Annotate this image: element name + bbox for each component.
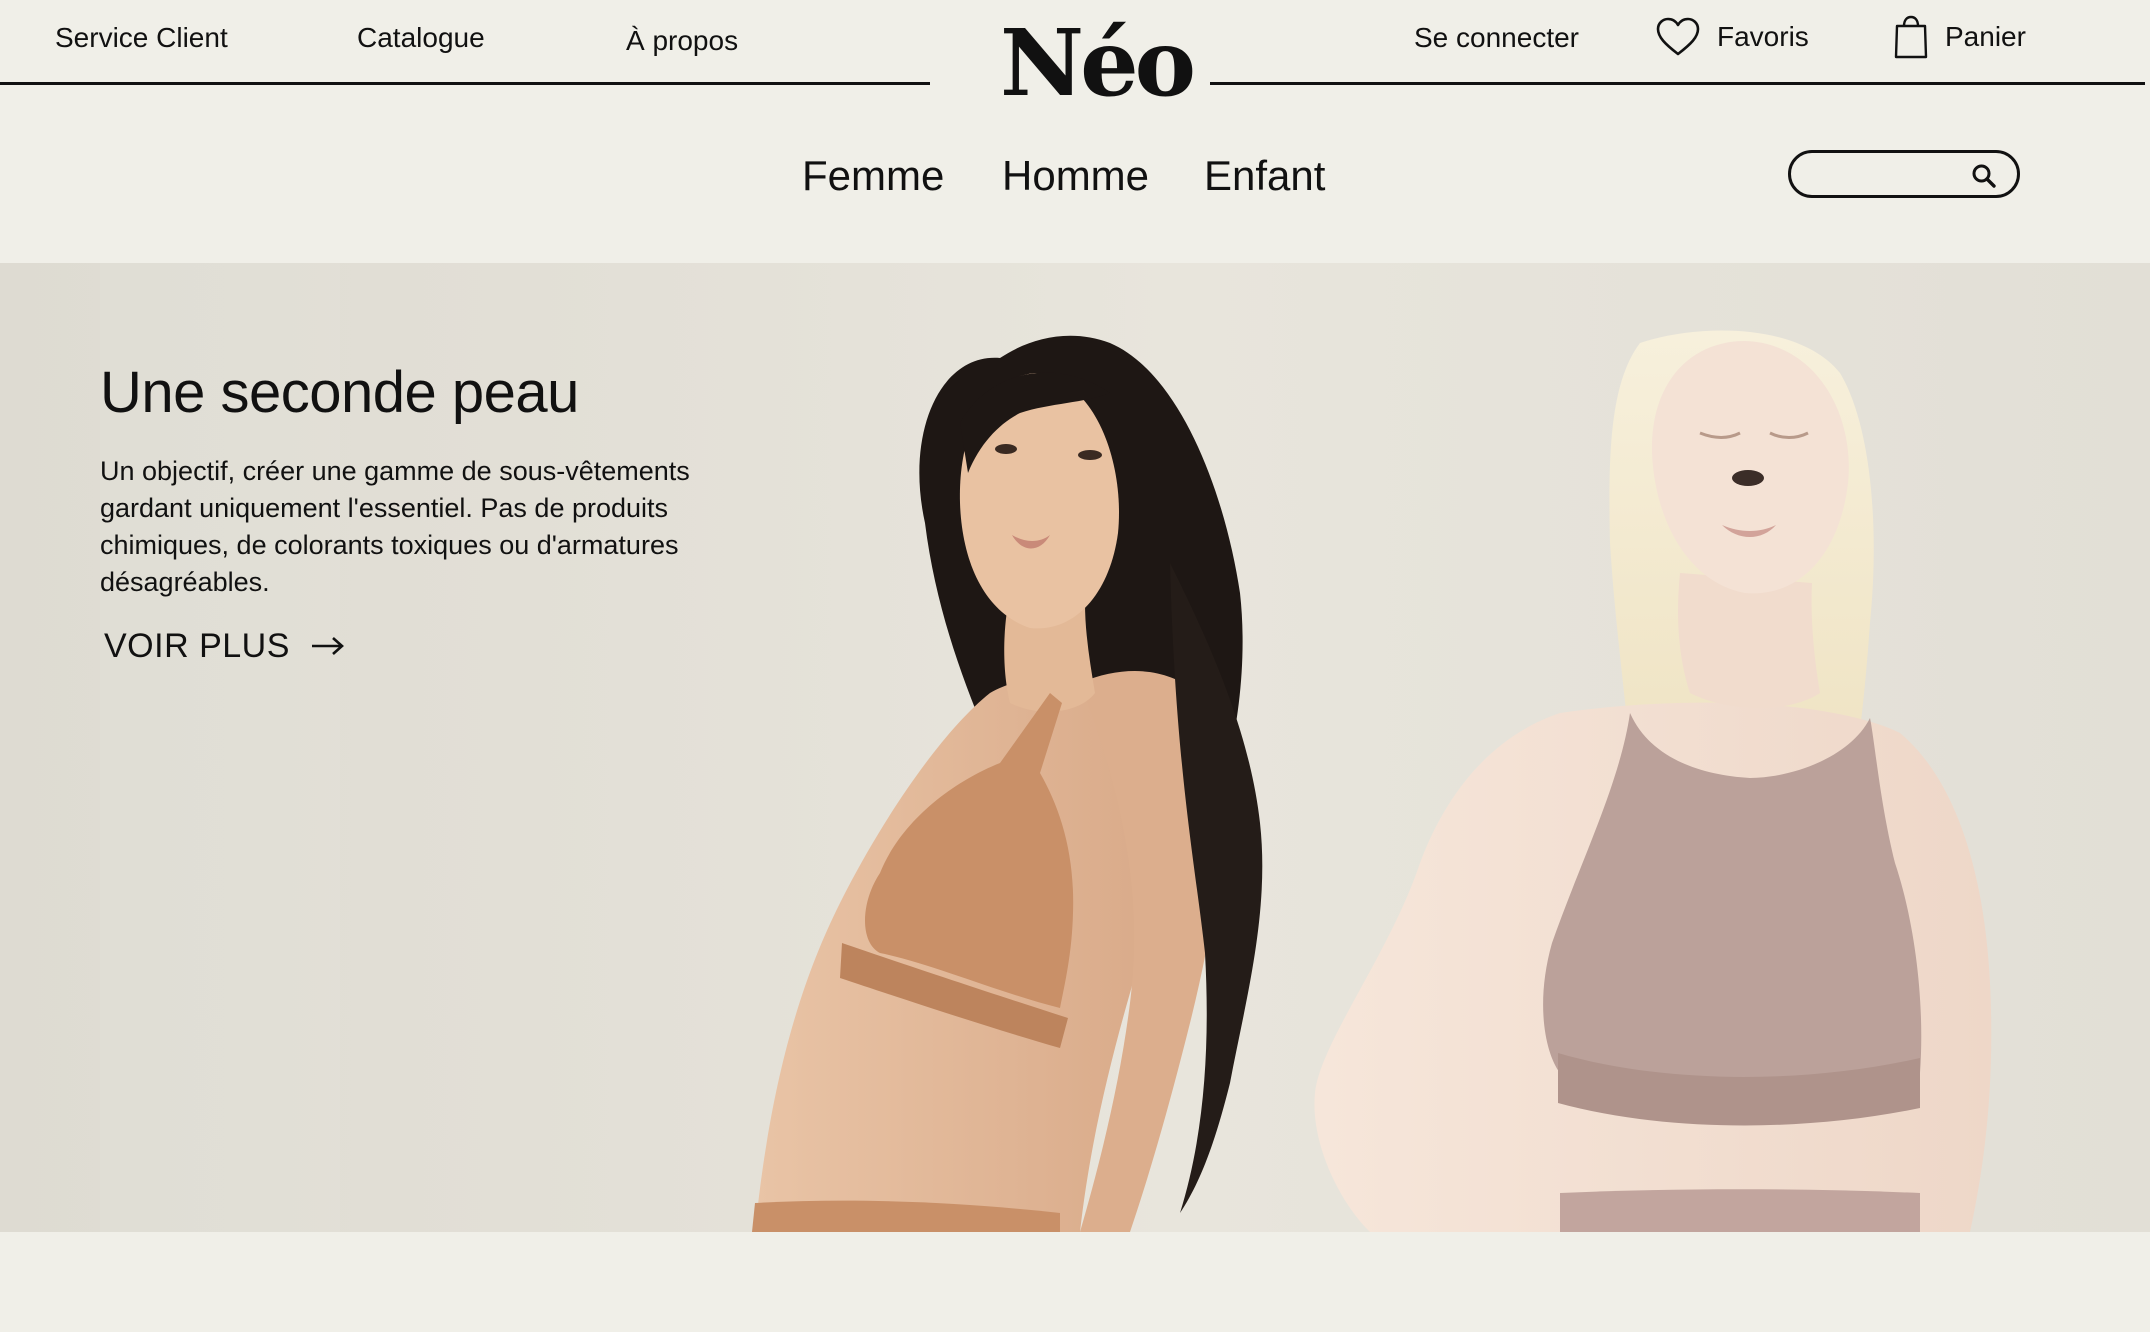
nav-link-catalogue[interactable]: Catalogue xyxy=(357,22,485,54)
arrow-right-icon xyxy=(310,627,346,666)
header-divider-right xyxy=(1210,82,2145,85)
search-icon[interactable] xyxy=(1971,163,1997,194)
top-bar: Service Client Catalogue À propos Néo Se… xyxy=(0,0,2150,117)
see-more-button[interactable]: VOIR PLUS xyxy=(104,627,346,666)
search-box xyxy=(1788,150,2020,198)
cart-button[interactable]: Panier xyxy=(1893,14,2026,60)
brand-logo[interactable]: Néo xyxy=(1000,8,1196,118)
category-femme[interactable]: Femme xyxy=(802,152,944,200)
see-more-label: VOIR PLUS xyxy=(104,627,290,665)
login-link[interactable]: Se connecter xyxy=(1414,22,1579,54)
hero-banner: Une seconde peau Un objectif, créer une … xyxy=(0,263,2150,1232)
nav-link-service-client[interactable]: Service Client xyxy=(55,22,228,54)
category-enfant[interactable]: Enfant xyxy=(1204,152,1325,200)
hero-description: Un objectif, créer une gamme de sous-vêt… xyxy=(100,456,690,597)
shopping-bag-icon xyxy=(1893,14,1929,60)
favorites-button[interactable]: Favoris xyxy=(1655,16,1809,58)
search-input[interactable] xyxy=(1809,159,1963,191)
favorites-label: Favoris xyxy=(1717,21,1809,52)
cart-label: Panier xyxy=(1945,21,2026,52)
page-bottom-band xyxy=(0,1232,2150,1332)
hero-title: Une seconde peau xyxy=(100,360,579,425)
category-homme[interactable]: Homme xyxy=(1002,152,1149,200)
header-divider-left xyxy=(0,82,930,85)
heart-icon xyxy=(1655,16,1701,58)
nav-link-a-propos[interactable]: À propos xyxy=(626,25,738,57)
